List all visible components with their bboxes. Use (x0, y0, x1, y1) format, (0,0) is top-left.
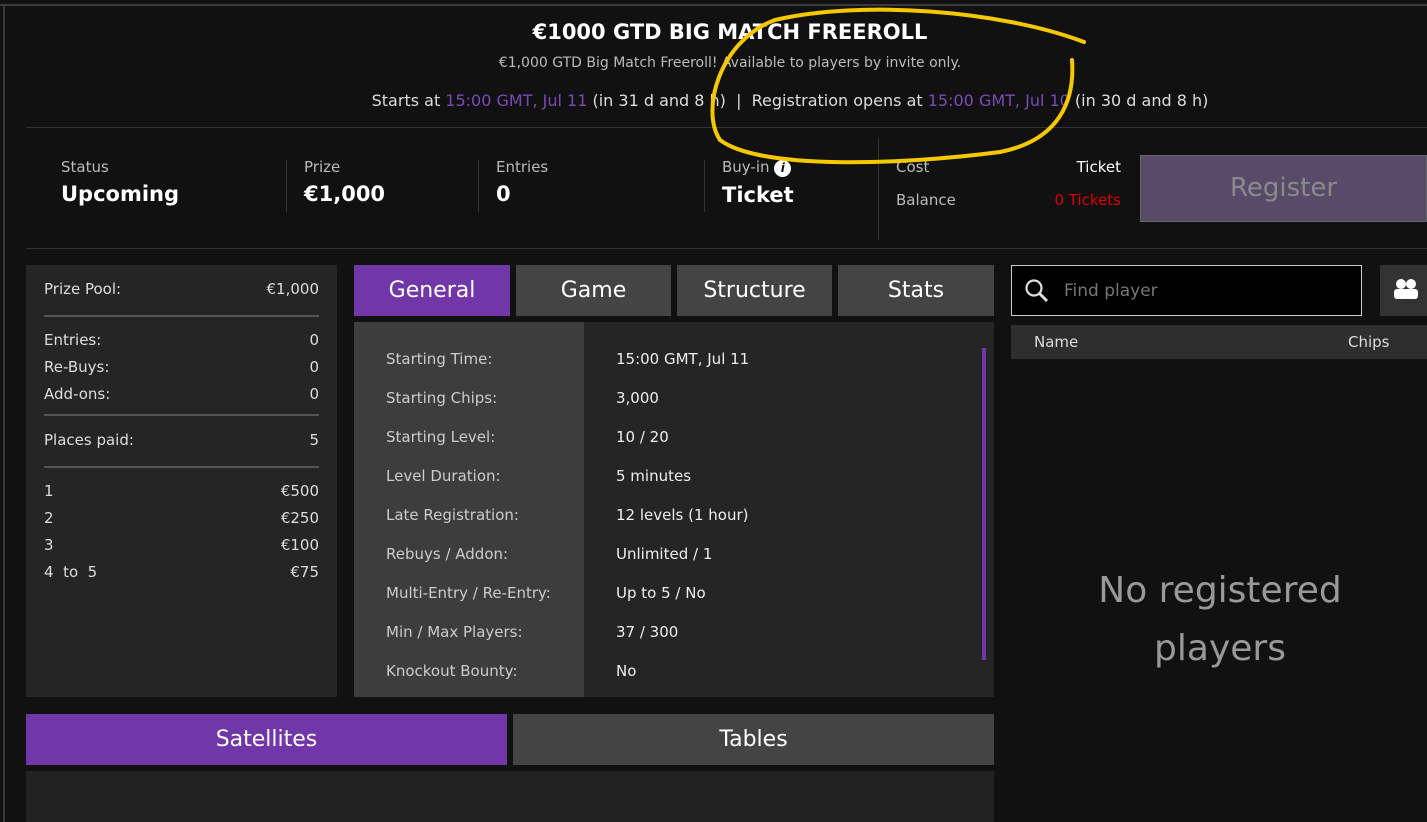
status-label: Status (61, 158, 109, 176)
details-scrollbar[interactable] (982, 348, 986, 660)
balance-value: 0 Tickets (1054, 191, 1121, 209)
count-label: Add-ons: (44, 385, 111, 403)
count-row: Add-ons: 0 (26, 385, 337, 412)
cost-value: Ticket (1076, 158, 1121, 176)
info-icon[interactable]: i (774, 160, 792, 177)
payout-place: 4 to 5 (44, 563, 98, 581)
count-row: Entries: 0 (26, 331, 337, 358)
payout-row: 1 €500 (26, 482, 337, 509)
count-label: Entries: (44, 331, 102, 349)
status-stat: Status Upcoming (61, 158, 179, 206)
search-icon (1025, 279, 1049, 303)
detail-value: 3,000 (616, 389, 659, 407)
stat-divider (878, 138, 879, 240)
schedule-line: Starts at 15:00 GMT, Jul 11 (in 31 d and… (0, 91, 1427, 110)
count-value: 0 (309, 385, 319, 403)
payout-row: 4 to 5 €75 (26, 563, 337, 590)
tab-structure[interactable]: Structure (677, 265, 832, 316)
payout-amount: €75 (290, 563, 319, 581)
detail-value: 12 levels (1 hour) (616, 506, 749, 524)
detail-value: Up to 5 / No (616, 584, 706, 602)
count-value: 0 (309, 331, 319, 349)
tournament-subtitle: €1,000 GTD Big Match Freeroll! Available… (498, 55, 962, 71)
find-player-field[interactable] (1011, 265, 1362, 316)
window-left-border (3, 4, 5, 822)
buyin-stat: Buy-in i Ticket (722, 158, 794, 207)
tab-tables[interactable]: Tables (513, 714, 994, 765)
prize-value: €1,000 (304, 182, 386, 206)
detail-label: Late Registration: (386, 506, 519, 524)
detail-value: 37 / 300 (616, 623, 679, 641)
places-paid-value: 5 (309, 431, 319, 449)
detail-label: Min / Max Players: (386, 623, 523, 641)
detail-value: 10 / 20 (616, 428, 669, 446)
cost-label: Cost (896, 158, 930, 176)
empty-players-message: No registered players (1098, 570, 1342, 669)
detail-value: No (616, 662, 637, 680)
payout-place: 1 (44, 482, 54, 500)
detail-value: Unlimited / 1 (616, 545, 713, 563)
tab-game[interactable]: Game (516, 265, 671, 316)
buyin-label: Buy-in (722, 158, 770, 176)
prize-pool-value: €1,000 (266, 280, 320, 298)
users-icon (1394, 279, 1418, 299)
stats-divider (26, 248, 1427, 249)
entries-label: Entries (496, 158, 549, 176)
start-time: 15:00 GMT, Jul 11 (445, 91, 588, 110)
column-name[interactable]: Name (1034, 333, 1078, 351)
stat-divider (478, 160, 479, 212)
detail-label: Multi-Entry / Re-Entry: (386, 584, 551, 602)
payout-row: 2 €250 (26, 509, 337, 536)
payout-place: 3 (44, 536, 54, 554)
detail-label: Starting Level: (386, 428, 496, 446)
payout-row: 3 €100 (26, 536, 337, 563)
reg-countdown: (in 30 d and 8 h) (1069, 91, 1209, 110)
prize-stat: Prize €1,000 (304, 158, 385, 206)
search-input[interactable] (1064, 278, 1344, 304)
detail-label: Starting Time: (386, 350, 493, 368)
detail-label: Starting Chips: (386, 389, 498, 407)
tab-stats[interactable]: Stats (838, 265, 994, 316)
prize-pool-label: Prize Pool: (44, 280, 122, 298)
count-value: 0 (309, 358, 319, 376)
payout-place: 2 (44, 509, 54, 527)
tournament-title: €1000 GTD BIG MATCH FREEROLL (532, 20, 928, 44)
status-value: Upcoming (61, 182, 180, 206)
prize-label: Prize (304, 158, 341, 176)
general-details-panel: Starting Time: 15:00 GMT, Jul 11 Starting … (354, 322, 994, 697)
detail-label: Level Duration: (386, 467, 501, 485)
window-top-border (0, 4, 1427, 6)
payout-amount: €500 (280, 482, 319, 500)
prize-summary-panel: Prize Pool: €1,000 Entries: 0 Re-Buys: 0 Ad… (26, 265, 337, 697)
buyin-value: Ticket (722, 183, 794, 207)
detail-label: Rebuys / Addon: (386, 545, 509, 563)
header-divider (26, 127, 1427, 128)
detail-value: 15:00 GMT, Jul 11 (616, 350, 750, 368)
detail-value: 5 minutes (616, 467, 692, 485)
reg-prefix: Registration opens at (751, 91, 928, 110)
payout-amount: €250 (280, 509, 319, 527)
player-list-header: Name Chips (1011, 325, 1427, 359)
entries-stat: Entries 0 (496, 158, 548, 206)
registration-time: 15:00 GMT, Jul 10 (927, 91, 1070, 110)
stat-divider (286, 160, 287, 212)
friends-button[interactable] (1380, 265, 1427, 316)
divider: | (736, 91, 742, 110)
entries-value: 0 (496, 182, 511, 206)
stat-divider (704, 160, 705, 212)
balance-label: Balance (896, 191, 956, 209)
tab-satellites[interactable]: Satellites (26, 714, 507, 765)
places-paid-label: Places paid: (44, 431, 134, 449)
detail-label: Knockout Bounty: (386, 662, 518, 680)
count-row: Re-Buys: 0 (26, 358, 337, 385)
starts-prefix: Starts at (371, 91, 446, 110)
satellites-content (26, 771, 994, 822)
count-label: Re-Buys: (44, 358, 110, 376)
payout-amount: €100 (280, 536, 319, 554)
register-button[interactable]: Register (1140, 155, 1427, 222)
column-chips[interactable]: Chips (1348, 333, 1389, 351)
tab-general[interactable]: General (354, 265, 510, 316)
starts-countdown: (in 31 d and 8 h) (587, 91, 726, 110)
